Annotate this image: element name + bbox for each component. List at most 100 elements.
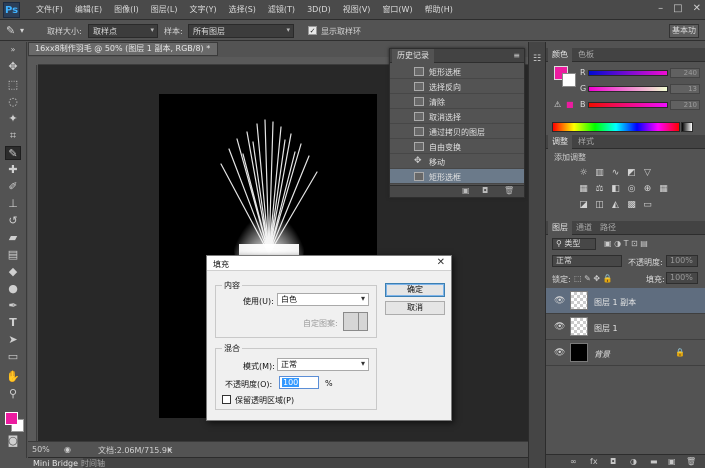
zoom-level[interactable]: 50% <box>32 445 50 454</box>
healing-brush-tool-icon[interactable]: ✚ <box>5 163 21 177</box>
menu-file[interactable]: 文件(F) <box>30 0 69 20</box>
menu-view[interactable]: 视图(V) <box>337 0 377 20</box>
history-item[interactable]: ✥ 移动 <box>390 154 524 169</box>
channel-mixer-icon[interactable]: ⊕ <box>642 184 653 194</box>
layer-filter-select[interactable]: ⚲ 类型 <box>552 238 596 250</box>
hue-saturation-icon[interactable]: ▦ <box>578 184 589 194</box>
posterize-icon[interactable]: ◫ <box>594 200 605 210</box>
minimize-icon[interactable]: – <box>658 3 663 14</box>
g-slider[interactable] <box>588 86 668 92</box>
history-item[interactable]: 通过拷贝的图层 <box>390 124 524 139</box>
exposure-icon[interactable]: ◩ <box>626 168 637 178</box>
history-item[interactable]: 矩形选框 <box>390 64 524 79</box>
adjustment-layer-icon[interactable]: ◑ <box>630 457 637 466</box>
tab-history[interactable]: 历史记录 <box>392 49 434 63</box>
g-value-field[interactable]: 13 <box>670 84 700 94</box>
eye-icon[interactable]: 👁 <box>554 348 565 358</box>
close-icon[interactable]: × <box>216 44 217 53</box>
layer-filter-icons[interactable]: ▣ ◑ T ⊡ ▤ <box>604 239 648 248</box>
clone-stamp-tool-icon[interactable]: ⊥ <box>5 197 21 211</box>
hand-tool-icon[interactable]: ✋ <box>5 370 21 384</box>
path-select-tool-icon[interactable]: ➤ <box>5 333 21 347</box>
use-select[interactable]: 白色 <box>277 293 369 306</box>
custom-pattern-swatch[interactable] <box>343 312 368 331</box>
maximize-icon[interactable]: □ <box>673 3 682 14</box>
show-ring-checkbox[interactable]: ✓ <box>308 26 317 35</box>
toolbar-collapse-icon[interactable]: » <box>5 46 21 54</box>
quick-select-tool-icon[interactable]: ✦ <box>5 112 21 126</box>
link-icon[interactable]: ∞ <box>570 457 577 466</box>
menu-window[interactable]: 窗口(W) <box>376 0 418 20</box>
eye-icon[interactable]: 👁 <box>554 296 565 306</box>
tab-styles[interactable]: 样式 <box>574 135 598 149</box>
lasso-tool-icon[interactable]: ◌ <box>5 95 21 109</box>
color-spectrum-ramp[interactable] <box>552 122 680 132</box>
brush-tool-icon[interactable]: ✐ <box>5 180 21 194</box>
menu-layer[interactable]: 图层(L) <box>145 0 184 20</box>
selective-color-icon[interactable]: ▩ <box>626 200 637 210</box>
eye-icon[interactable]: 👁 <box>554 322 565 332</box>
shape-tool-icon[interactable]: ▭ <box>5 350 21 364</box>
background-color-chip[interactable] <box>562 73 576 87</box>
new-layer-icon[interactable]: ▣ <box>668 457 676 466</box>
status-info-icon[interactable]: ◉ <box>64 445 71 454</box>
blur-tool-icon[interactable]: ◆ <box>5 265 21 279</box>
menu-help[interactable]: 帮助(H) <box>419 0 459 20</box>
eraser-tool-icon[interactable]: ▰ <box>5 231 21 245</box>
tab-mini-bridge[interactable]: Mini Bridge <box>28 458 84 468</box>
zoom-tool-icon[interactable]: ⚲ <box>5 387 21 401</box>
history-item-selected[interactable]: 矩形选框 <box>390 169 524 184</box>
menu-3d[interactable]: 3D(D) <box>301 0 337 20</box>
layer-row[interactable]: 👁 图层 1 <box>546 314 705 340</box>
preserve-transparency-checkbox[interactable] <box>222 395 231 404</box>
warning-icon[interactable]: ⚠ <box>554 100 561 109</box>
tab-channels[interactable]: 通道 <box>572 221 596 235</box>
r-slider[interactable] <box>588 70 668 76</box>
layer-row-selected[interactable]: 👁 图层 1 副本 <box>546 288 705 314</box>
tab-timeline[interactable]: 时间轴 <box>76 458 110 468</box>
menu-filter[interactable]: 滤镜(T) <box>262 0 301 20</box>
grayscale-ramp[interactable] <box>681 122 693 132</box>
fill-field[interactable]: 100% <box>666 272 698 284</box>
opacity-input[interactable]: 100 <box>279 376 319 389</box>
curves-icon[interactable]: ∿ <box>610 168 621 178</box>
tab-paths[interactable]: 路径 <box>596 221 620 235</box>
document-tab[interactable]: 16xx8制作羽毛 @ 50% (图层 1 副本, RGB/8) * × <box>28 42 218 56</box>
quick-mask-icon[interactable]: ◙ <box>5 434 21 448</box>
close-icon[interactable]: ✕ <box>437 257 445 268</box>
sample-size-select[interactable]: 取样点 <box>88 24 158 38</box>
tool-preset-chevron-icon[interactable]: ▾ <box>20 26 24 35</box>
b-slider[interactable] <box>588 102 668 108</box>
lock-icons[interactable]: ⬚ ✎ ✥ 🔒 <box>574 274 613 283</box>
trash-icon[interactable]: 🗑 <box>686 457 696 466</box>
menu-image[interactable]: 图像(I) <box>108 0 145 20</box>
tab-adjustments[interactable]: 调整 <box>548 135 572 149</box>
tab-layers[interactable]: 图层 <box>548 221 572 235</box>
workspace-button[interactable]: 基本功 <box>669 24 699 38</box>
foreground-color-swatch[interactable] <box>5 412 18 425</box>
history-brush-tool-icon[interactable]: ↺ <box>5 214 21 228</box>
sample-select[interactable]: 所有图层 <box>188 24 294 38</box>
levels-icon[interactable]: ▥ <box>594 168 605 178</box>
panel-menu-icon[interactable]: ≡ <box>513 51 520 60</box>
menu-type[interactable]: 文字(Y) <box>183 0 222 20</box>
marquee-tool-icon[interactable]: ⬚ <box>5 78 21 92</box>
brightness-icon[interactable]: ☼ <box>578 168 589 178</box>
layer-opacity-field[interactable]: 100% <box>666 255 698 267</box>
eyedropper-icon[interactable]: ✎ <box>6 24 15 37</box>
history-item[interactable]: 选择反向 <box>390 79 524 94</box>
threshold-icon[interactable]: ◭ <box>610 200 621 210</box>
mask-icon[interactable]: ◘ <box>610 457 616 466</box>
r-value-field[interactable]: 240 <box>670 68 700 78</box>
history-item[interactable]: 自由变换 <box>390 139 524 154</box>
pen-tool-icon[interactable]: ✒ <box>5 299 21 313</box>
blend-mode-select[interactable]: 正常 <box>552 255 622 267</box>
history-item[interactable]: 取消选择 <box>390 109 524 124</box>
dodge-tool-icon[interactable]: ● <box>5 282 21 296</box>
tab-color[interactable]: 颜色 <box>548 48 572 62</box>
ok-button[interactable]: 确定 <box>385 283 445 297</box>
close-icon[interactable]: ✕ <box>693 3 701 14</box>
vibrance-icon[interactable]: ▽ <box>642 168 653 178</box>
gradient-tool-icon[interactable]: ▤ <box>5 248 21 262</box>
gradient-map-icon[interactable]: ▭ <box>642 200 653 210</box>
